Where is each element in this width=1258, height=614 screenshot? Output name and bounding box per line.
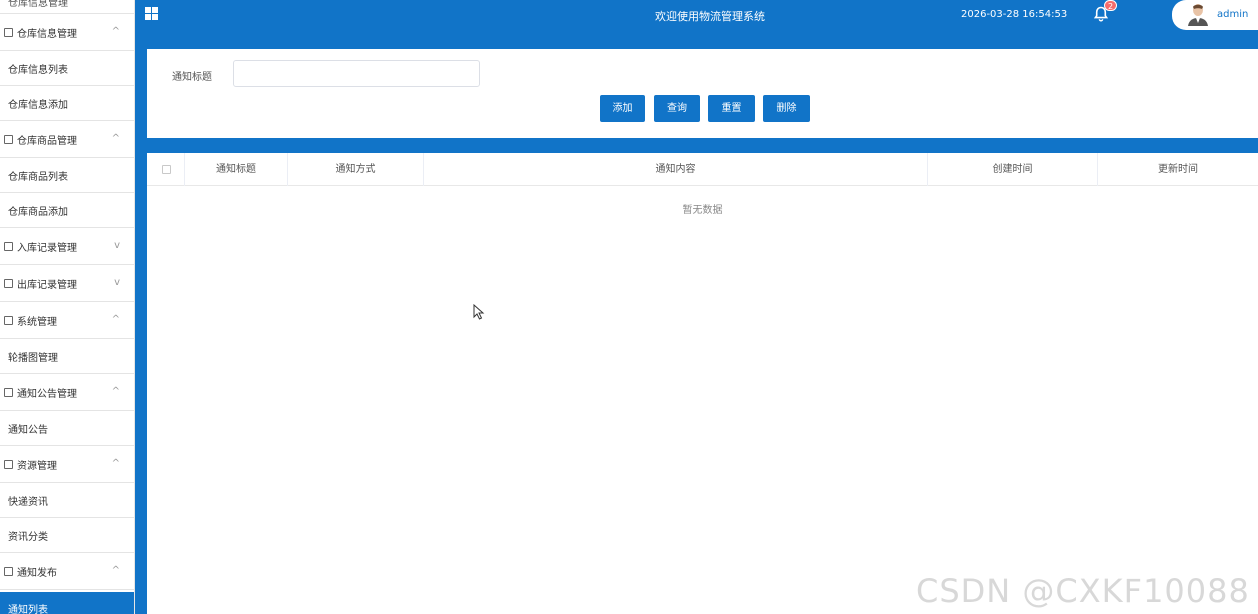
sidebar-group-label: 资源管理 <box>17 460 57 472</box>
sidebar-item-label: 仓库信息管理 <box>8 0 68 9</box>
checkbox-icon <box>4 241 13 251</box>
sidebar-group-label: 仓库信息管理 <box>17 28 77 40</box>
table-header: 通知标题 通知方式 通知内容 创建时间 更新时间 <box>147 153 1258 186</box>
chevron-up-icon: ^ <box>111 458 120 469</box>
column-header-method[interactable]: 通知方式 <box>288 153 424 186</box>
sidebar-group-outbound[interactable]: 出库记录管理 v <box>0 265 134 302</box>
sidebar-item-notice-list[interactable]: 通知列表 <box>0 592 134 614</box>
sidebar-group-label: 入库记录管理 <box>17 242 77 254</box>
add-button[interactable]: 添加 <box>600 95 645 122</box>
top-bar: 欢迎使用物流管理系统 2026-03-28 16:54:53 2 admin <box>135 0 1258 30</box>
sidebar-item-news-category[interactable]: 资讯分类 <box>0 518 134 553</box>
notice-icon <box>4 387 13 397</box>
notice-title-input[interactable] <box>233 60 480 87</box>
document-icon <box>4 134 13 144</box>
bell-icon <box>4 278 13 288</box>
notice-title-label: 通知标题 <box>172 72 212 83</box>
column-header-content[interactable]: 通知内容 <box>424 153 928 186</box>
settings-icon <box>4 315 13 325</box>
chevron-up-icon: ^ <box>111 386 120 397</box>
chevron-up-icon: ^ <box>111 565 120 576</box>
sidebar-item-goods-list[interactable]: 仓库商品列表 <box>0 158 134 193</box>
delete-button[interactable]: 删除 <box>763 95 810 122</box>
sidebar-item-cut[interactable]: 仓库信息管理 <box>0 0 134 14</box>
watermark: CSDN @CXKF10088 <box>916 572 1250 610</box>
mouse-cursor-icon <box>473 304 485 320</box>
sidebar-group-notice-mgmt[interactable]: 通知公告管理 ^ <box>0 374 134 411</box>
select-all-checkbox[interactable] <box>162 165 171 174</box>
username[interactable]: admin <box>1217 9 1248 20</box>
sidebar-item-express-news[interactable]: 快递资讯 <box>0 483 134 518</box>
query-button[interactable]: 查询 <box>654 95 700 122</box>
chevron-down-icon: v <box>114 240 120 251</box>
sidebar-group-notice-publish[interactable]: 通知发布 ^ <box>0 553 134 590</box>
search-panel: 通知标题 添加 查询 重置 删除 <box>147 49 1258 138</box>
chevron-up-icon: ^ <box>111 26 120 37</box>
chevron-up-icon: ^ <box>111 314 120 325</box>
notification-badge: 2 <box>1104 0 1117 11</box>
publish-icon <box>4 566 13 576</box>
empty-state-text: 暂无数据 <box>682 205 723 216</box>
sidebar-group-inbound[interactable]: 入库记录管理 v <box>0 228 134 265</box>
sidebar-item-warehouse-list[interactable]: 仓库信息列表 <box>0 51 134 86</box>
sidebar-group-warehouse-info[interactable]: 仓库信息管理 ^ <box>0 14 134 51</box>
table-panel: 通知标题 通知方式 通知内容 创建时间 更新时间 暂无数据 <box>147 153 1258 614</box>
sidebar-group-warehouse-goods[interactable]: 仓库商品管理 ^ <box>0 121 134 158</box>
sidebar-item-goods-add[interactable]: 仓库商品添加 <box>0 193 134 228</box>
chevron-up-icon: ^ <box>111 133 120 144</box>
sidebar-group-label: 通知发布 <box>17 567 57 579</box>
menu-grid-icon[interactable] <box>145 7 158 20</box>
column-header-title[interactable]: 通知标题 <box>185 153 288 186</box>
sidebar-group-resources[interactable]: 资源管理 ^ <box>0 446 134 483</box>
sidebar-item-warehouse-add[interactable]: 仓库信息添加 <box>0 86 134 121</box>
sidebar-item-carousel[interactable]: 轮播图管理 <box>0 339 134 374</box>
sidebar: 仓库信息管理 仓库信息管理 ^ 仓库信息列表 仓库信息添加 仓库商品管理 ^ 仓… <box>0 0 135 614</box>
datetime-display: 2026-03-28 16:54:53 <box>961 9 1068 20</box>
sidebar-group-label: 出库记录管理 <box>17 279 77 291</box>
sidebar-group-label: 仓库商品管理 <box>17 135 77 147</box>
sidebar-group-label: 通知公告管理 <box>17 388 77 400</box>
select-all-cell <box>147 153 185 186</box>
column-header-updated[interactable]: 更新时间 <box>1098 153 1258 186</box>
chevron-down-icon: v <box>114 277 120 288</box>
reset-button[interactable]: 重置 <box>708 95 755 122</box>
folder-icon <box>4 459 13 469</box>
column-header-created[interactable]: 创建时间 <box>928 153 1098 186</box>
page-title: 欢迎使用物流管理系统 <box>655 10 765 23</box>
document-icon <box>4 27 13 37</box>
sidebar-group-system[interactable]: 系统管理 ^ <box>0 302 134 339</box>
sidebar-group-label: 系统管理 <box>17 316 57 328</box>
sidebar-item-notice[interactable]: 通知公告 <box>0 411 134 446</box>
avatar[interactable] <box>1187 2 1209 26</box>
